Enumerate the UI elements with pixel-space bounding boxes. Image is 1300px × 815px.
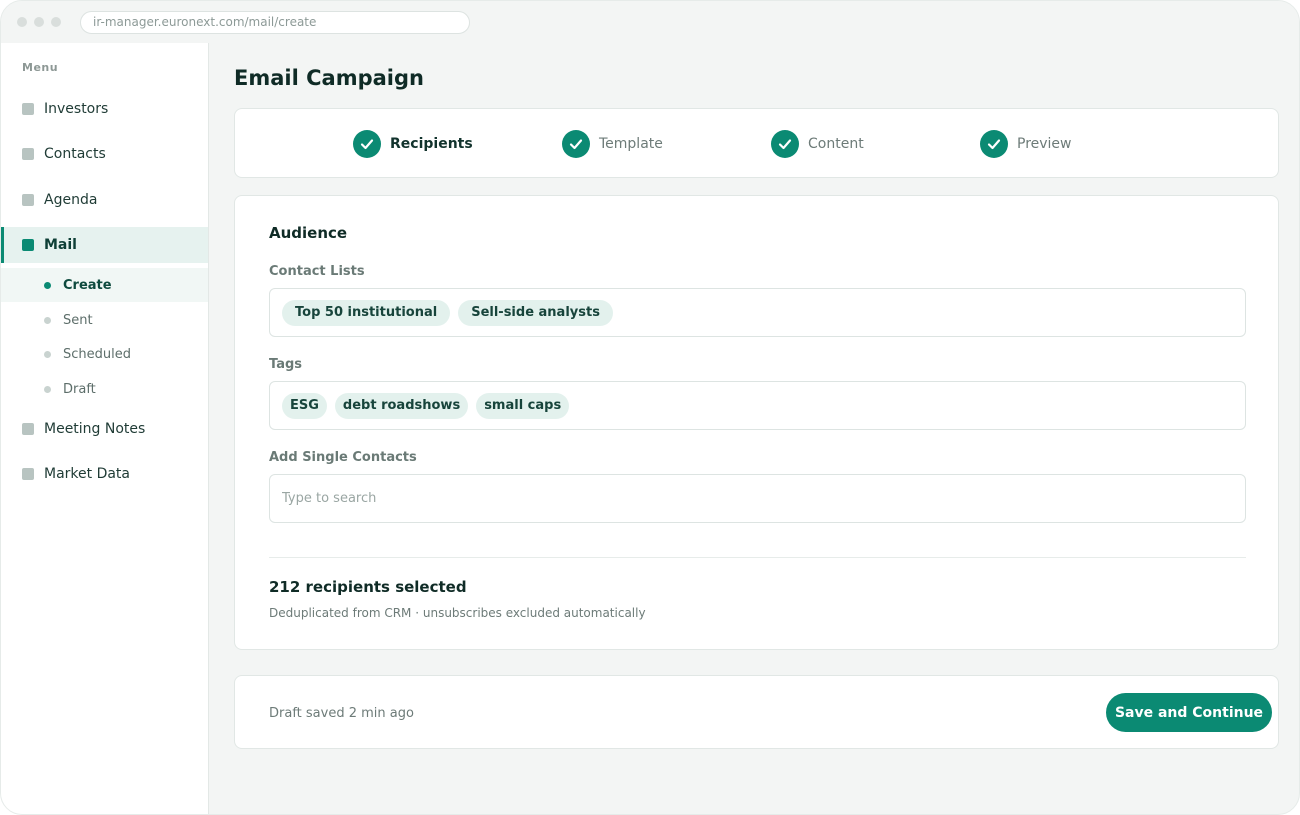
single-contacts-field	[269, 474, 1246, 523]
tags-label: Tags	[269, 357, 303, 372]
window-minimize-dot[interactable]	[34, 17, 44, 27]
meeting-notes-icon	[22, 423, 34, 435]
contact-lists-field[interactable]: Top 50 institutional Sell-side analysts	[269, 288, 1246, 337]
tag-chip[interactable]: small caps	[476, 392, 570, 419]
sidebar-item-investors[interactable]: Investors	[1, 91, 208, 127]
draft-status: Draft saved 2 min ago	[269, 706, 414, 721]
sidebar-subitem-label: Draft	[63, 381, 96, 397]
menu-title: Menu	[22, 61, 59, 74]
sidebar-item-label: Meeting Notes	[44, 421, 146, 437]
step-label: Preview	[1017, 136, 1072, 152]
market-data-icon	[22, 468, 34, 480]
step-label: Recipients	[390, 136, 473, 152]
step-content[interactable]: Content	[771, 129, 864, 159]
agenda-icon	[22, 194, 34, 206]
main-content: Email Campaign Recipients Template Conte…	[209, 43, 1299, 814]
window-close-dot[interactable]	[17, 17, 27, 27]
contact-list-chip[interactable]: Sell-side analysts	[458, 299, 613, 326]
sidebar-item-contacts[interactable]: Contacts	[1, 136, 208, 172]
tag-chip[interactable]: ESG	[282, 392, 327, 419]
browser-chrome: ir-manager.euronext.com/mail/create	[1, 1, 1299, 43]
recipients-summary: 212 recipients selected	[269, 578, 467, 596]
sidebar-item-label: Market Data	[44, 466, 131, 482]
audience-title: Audience	[269, 224, 348, 242]
tag-chip[interactable]: debt roadshows	[334, 392, 469, 419]
mail-icon	[22, 239, 34, 251]
step-template[interactable]: Template	[562, 129, 663, 159]
sidebar-item-meeting-notes[interactable]: Meeting Notes	[1, 411, 208, 447]
check-icon	[353, 130, 381, 158]
active-bullet-icon	[44, 281, 51, 289]
step-preview[interactable]: Preview	[980, 129, 1072, 159]
sidebar-subitem-label: Sent	[63, 312, 93, 328]
check-icon	[980, 130, 1008, 158]
sidebar-subitem-label: Create	[63, 277, 112, 293]
bullet-icon	[44, 350, 51, 358]
sidebar-item-label: Investors	[44, 101, 109, 117]
single-contacts-label: Add Single Contacts	[269, 450, 417, 465]
app-window: ir-manager.euronext.com/mail/create Menu…	[0, 0, 1300, 815]
divider	[269, 557, 1246, 558]
sidebar-item-market-data[interactable]: Market Data	[1, 456, 208, 492]
step-label: Template	[599, 136, 663, 152]
sidebar-subitem-create[interactable]: Create	[1, 268, 208, 302]
bullet-icon	[44, 316, 51, 324]
check-icon	[562, 130, 590, 158]
sidebar-item-mail[interactable]: Mail	[1, 227, 208, 263]
tags-field[interactable]: ESG debt roadshows small caps	[269, 381, 1246, 430]
sidebar-subitem-label: Scheduled	[63, 346, 131, 362]
sidebar-item-label: Agenda	[44, 192, 98, 208]
audience-card: Audience Contact Lists Top 50 institutio…	[234, 195, 1279, 650]
contacts-icon	[22, 148, 34, 160]
window-maximize-dot[interactable]	[51, 17, 61, 27]
sidebar-subitem-sent[interactable]: Sent	[1, 303, 208, 337]
sidebar-item-label: Mail	[44, 237, 77, 253]
page-title: Email Campaign	[234, 66, 424, 90]
sidebar-subitem-scheduled[interactable]: Scheduled	[1, 337, 208, 371]
contact-list-chip[interactable]: Top 50 institutional	[282, 299, 451, 326]
bullet-icon	[44, 385, 51, 393]
sidebar: Menu Investors Contacts Agenda Mail Crea…	[1, 43, 209, 814]
save-and-continue-button[interactable]: Save and Continue	[1106, 693, 1272, 732]
footer-bar: Draft saved 2 min ago Save and Continue	[234, 675, 1279, 749]
step-recipients[interactable]: Recipients	[353, 129, 473, 159]
contact-search-input[interactable]	[282, 491, 1222, 506]
stepper: Recipients Template Content Preview	[234, 108, 1279, 178]
sidebar-subitem-draft[interactable]: Draft	[1, 372, 208, 406]
address-bar[interactable]: ir-manager.euronext.com/mail/create	[80, 11, 470, 34]
investors-icon	[22, 103, 34, 115]
step-label: Content	[808, 136, 864, 152]
check-icon	[771, 130, 799, 158]
contact-lists-label: Contact Lists	[269, 264, 365, 279]
recipients-note: Deduplicated from CRM · unsubscribes exc…	[269, 606, 646, 620]
sidebar-item-agenda[interactable]: Agenda	[1, 182, 208, 218]
sidebar-item-label: Contacts	[44, 146, 106, 162]
